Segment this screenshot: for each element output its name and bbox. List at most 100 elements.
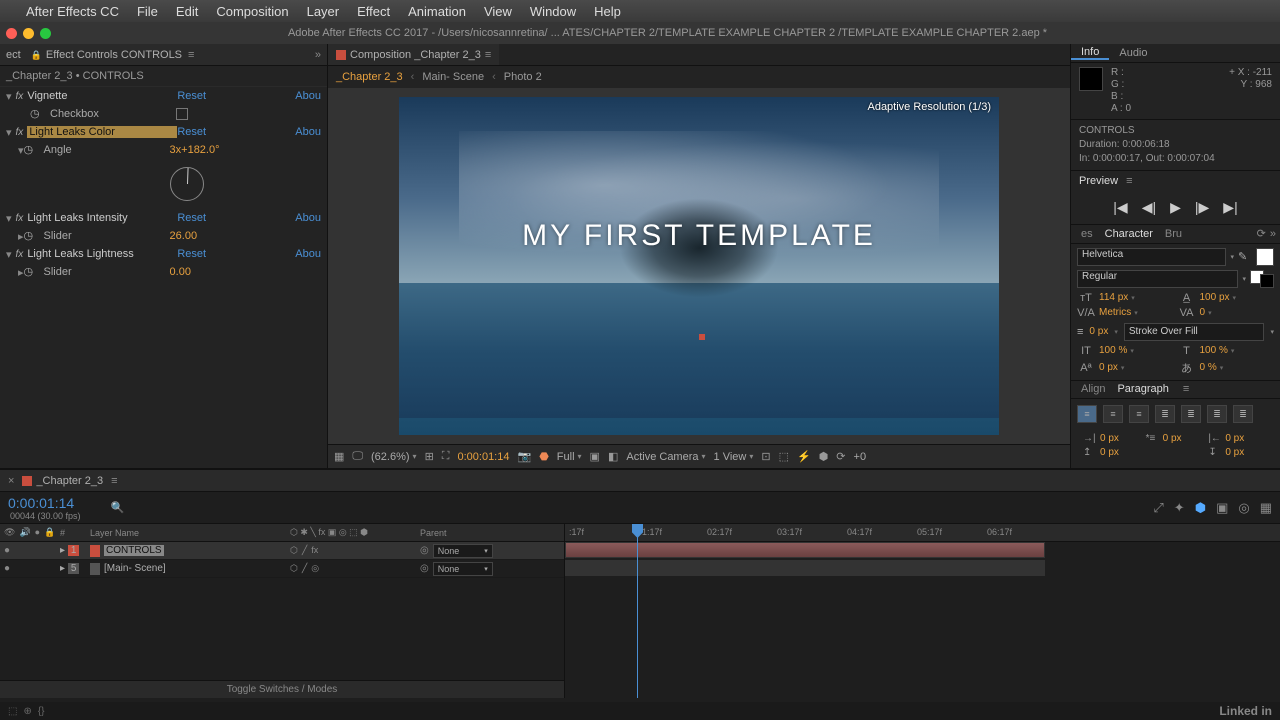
prop-value[interactable]: 26.00 bbox=[170, 230, 198, 242]
font-weight-dropdown[interactable]: Regular bbox=[1077, 270, 1238, 288]
parent-dropdown[interactable]: None bbox=[433, 544, 493, 558]
justify-last-left-button[interactable]: ≣ bbox=[1155, 405, 1175, 423]
panel-chevron-icon[interactable]: » bbox=[315, 49, 321, 61]
effect-controls-tab[interactable]: ect Effect Controls CONTROLS ≡ » bbox=[0, 44, 327, 66]
twirl-icon[interactable]: ▸ bbox=[60, 545, 65, 556]
reset-link[interactable]: Reset bbox=[177, 248, 206, 260]
tab-audio[interactable]: Audio bbox=[1109, 47, 1157, 59]
toggle-switches-modes[interactable]: Toggle Switches / Modes bbox=[0, 680, 564, 698]
views-dropdown[interactable]: 1 View bbox=[714, 451, 754, 463]
composition-viewer[interactable]: MY FIRST TEMPLATE Adaptive Resolution (1… bbox=[328, 88, 1070, 444]
menu-animation[interactable]: Animation bbox=[408, 4, 466, 19]
switch-fx[interactable]: fx bbox=[311, 545, 318, 556]
monitor-icon[interactable]: 🖵 bbox=[352, 450, 363, 463]
menu-file[interactable]: File bbox=[137, 4, 158, 19]
last-frame-button[interactable]: ▶| bbox=[1223, 199, 1237, 216]
fx-badge-icon[interactable]: fx bbox=[16, 127, 24, 138]
refresh-icon[interactable]: ⟳ bbox=[1257, 227, 1266, 240]
switch-edit[interactable]: ╱ bbox=[302, 563, 307, 574]
breadcrumb-item[interactable]: Photo 2 bbox=[504, 71, 542, 83]
3d-icon[interactable]: ⬢ bbox=[819, 450, 829, 463]
mask-icon[interactable]: ◧ bbox=[608, 450, 618, 463]
twirl-icon[interactable]: ▸ bbox=[60, 563, 65, 574]
layer-handle[interactable] bbox=[699, 334, 705, 340]
chevron-left-icon[interactable]: ‹ bbox=[492, 71, 496, 83]
motion-blur-icon[interactable]: ◎ bbox=[1238, 500, 1249, 516]
effect-vignette[interactable]: ▾ fx Vignette Reset Abou bbox=[0, 87, 327, 105]
space-after-value[interactable]: 0 px bbox=[1225, 447, 1268, 458]
panel-menu-icon[interactable]: ≡ bbox=[1183, 383, 1189, 395]
twirl-icon[interactable]: ▾ bbox=[6, 248, 12, 261]
fast-preview-icon[interactable]: ⚡ bbox=[797, 450, 811, 463]
switch-shy[interactable]: ⬡ bbox=[290, 563, 298, 574]
menu-help[interactable]: Help bbox=[594, 4, 621, 19]
tab-info[interactable]: Info bbox=[1071, 46, 1109, 60]
comp-mini-flowchart-icon[interactable]: ⤢ bbox=[1153, 500, 1163, 516]
panel-menu-icon[interactable]: ≡ bbox=[111, 475, 117, 487]
angle-dial[interactable] bbox=[170, 167, 204, 201]
about-link[interactable]: Abou bbox=[295, 212, 321, 224]
chevron-left-icon[interactable]: ‹ bbox=[411, 71, 415, 83]
indent-right-value[interactable]: 0 px bbox=[1225, 433, 1268, 444]
layer-row-controls[interactable]: ● ▸ 1 CONTROLS ⬡ ╱ fx ◎None bbox=[0, 542, 564, 560]
effect-light-leaks-intensity[interactable]: ▾ fx Light Leaks Intensity Reset Abou bbox=[0, 209, 327, 227]
draft3d-icon[interactable]: ✦ bbox=[1174, 500, 1185, 516]
tab-brushes[interactable]: Bru bbox=[1159, 228, 1188, 240]
stopwatch-icon[interactable]: ◷ bbox=[30, 107, 44, 121]
exposure-value[interactable]: +0 bbox=[854, 451, 867, 463]
lock-icon[interactable] bbox=[31, 49, 46, 61]
align-left-button[interactable]: ≡ bbox=[1077, 405, 1097, 423]
justify-last-right-button[interactable]: ≣ bbox=[1207, 405, 1227, 423]
fx-badge-icon[interactable]: fx bbox=[16, 249, 24, 260]
transparency-icon[interactable]: ▣ bbox=[590, 450, 600, 463]
guides-icon[interactable]: ⊡ bbox=[761, 450, 770, 463]
current-time[interactable]: 0:00:01:14 bbox=[457, 451, 509, 463]
timeline-current-time[interactable]: 0:00:01:14 bbox=[8, 495, 81, 511]
tab-character[interactable]: Character bbox=[1099, 228, 1159, 240]
breadcrumb-item[interactable]: Main- Scene bbox=[422, 71, 484, 83]
play-button[interactable]: ▶ bbox=[1170, 199, 1181, 216]
space-before-value[interactable]: 0 px bbox=[1100, 447, 1143, 458]
channel-icon[interactable]: ⬣ bbox=[539, 450, 549, 463]
search-icon[interactable]: 🔍 bbox=[111, 501, 125, 514]
baseline-value[interactable]: 0 px bbox=[1099, 362, 1174, 373]
indent-first-value[interactable]: 0 px bbox=[1163, 433, 1206, 444]
fx-badge-icon[interactable]: fx bbox=[16, 91, 24, 102]
tab-paragraph[interactable]: Paragraph bbox=[1111, 383, 1174, 395]
first-frame-button[interactable]: |◀ bbox=[1113, 199, 1127, 216]
leading-value[interactable]: 100 px bbox=[1200, 292, 1275, 303]
stopwatch-icon[interactable]: ◷ bbox=[24, 229, 38, 243]
align-right-button[interactable]: ≡ bbox=[1129, 405, 1149, 423]
reset-link[interactable]: Reset bbox=[177, 212, 206, 224]
stroke-fill-swap[interactable] bbox=[1250, 270, 1274, 288]
prev-frame-button[interactable]: ◀| bbox=[1142, 199, 1156, 216]
menu-composition[interactable]: Composition bbox=[216, 4, 288, 19]
stroke-order-dropdown[interactable]: Stroke Over Fill bbox=[1124, 323, 1265, 341]
about-link[interactable]: Abou bbox=[295, 248, 321, 260]
pixel-aspect-icon[interactable]: ⬚ bbox=[779, 450, 789, 463]
snapshot-icon[interactable]: 📷 bbox=[517, 450, 531, 463]
prop-value[interactable]: 3x+182.0° bbox=[170, 144, 220, 156]
status-icon[interactable]: ⬚ bbox=[8, 706, 17, 717]
twirl-icon[interactable]: ▾ bbox=[6, 90, 12, 103]
hscale-value[interactable]: 100 % bbox=[1200, 345, 1275, 356]
switch-edit[interactable]: ╱ bbox=[302, 545, 307, 556]
close-icon[interactable]: × bbox=[8, 475, 14, 487]
menu-effect[interactable]: Effect bbox=[357, 4, 390, 19]
roi-icon[interactable]: ⛶ bbox=[442, 450, 450, 463]
minimize-button[interactable] bbox=[23, 28, 34, 39]
kerning-value[interactable]: Metrics bbox=[1099, 307, 1174, 318]
resolution-icon[interactable]: ⊞ bbox=[425, 450, 434, 463]
timeline-tab[interactable]: × _Chapter 2_3 ≡ bbox=[0, 475, 126, 487]
indent-left-value[interactable]: 0 px bbox=[1100, 433, 1143, 444]
chevron-right-icon[interactable]: » bbox=[1270, 228, 1276, 240]
vscale-value[interactable]: 100 % bbox=[1099, 345, 1174, 356]
switch-collapse[interactable]: ◎ bbox=[311, 563, 319, 574]
timeline-tracks[interactable]: :17f 01:17f 02:17f 03:17f 04:17f 05:17f … bbox=[565, 524, 1280, 698]
time-ruler[interactable]: :17f 01:17f 02:17f 03:17f 04:17f 05:17f … bbox=[565, 524, 1280, 542]
prop-value[interactable]: 0.00 bbox=[170, 266, 191, 278]
status-icon[interactable]: ⊕ bbox=[23, 706, 31, 717]
tab-es[interactable]: es bbox=[1075, 228, 1099, 240]
status-icon[interactable]: {} bbox=[38, 706, 45, 717]
zoom-dropdown[interactable]: (62.6%) bbox=[371, 451, 417, 463]
